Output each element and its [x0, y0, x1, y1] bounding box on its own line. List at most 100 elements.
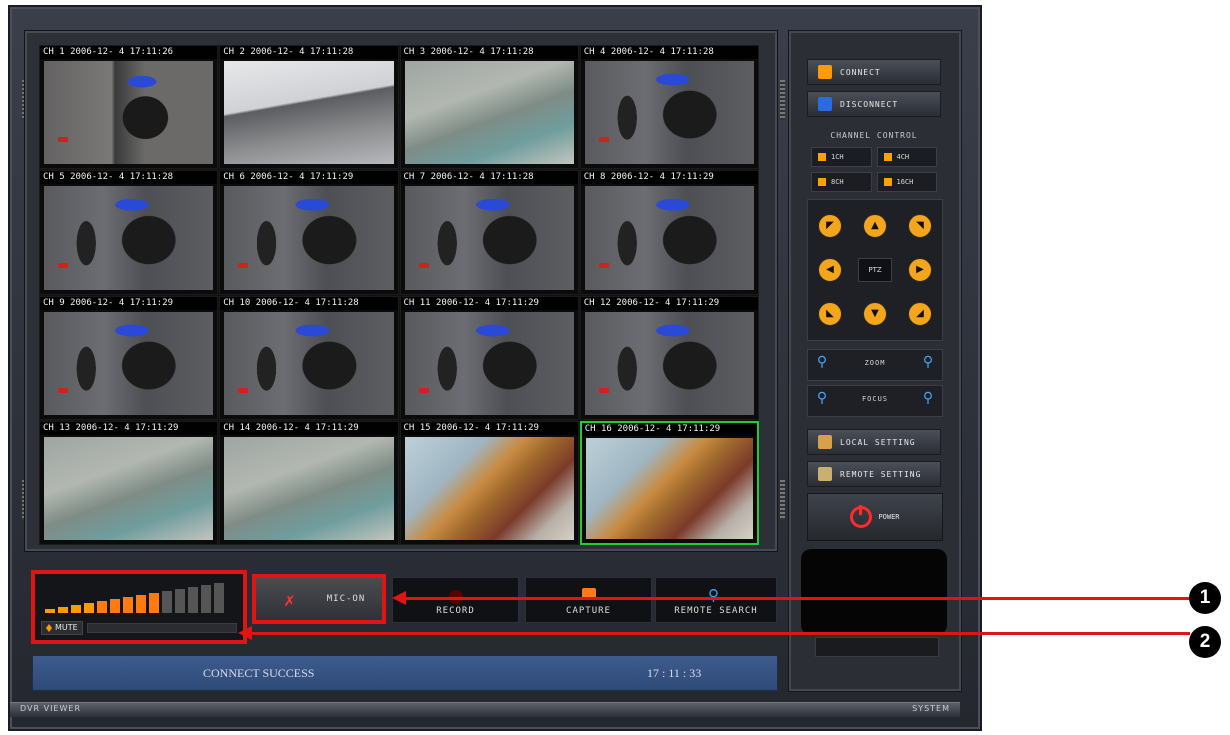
channel-caption: CH 9 2006-12- 4 17:11:29	[40, 296, 218, 310]
tools-icon	[818, 467, 832, 481]
arrow-left-icon[interactable]: ◀	[818, 258, 842, 282]
layout-16-icon	[883, 178, 892, 186]
channel-grid: CH 1 2006-12- 4 17:11:26 CH 2 2006-12- 4 …	[39, 45, 759, 545]
channel-tile[interactable]: CH 13 2006-12- 4 17:11:29	[39, 420, 219, 545]
status-time: 17 : 11 : 33	[647, 666, 702, 680]
record-indicator	[598, 137, 609, 143]
channel-caption: CH 13 2006-12- 4 17:11:29	[40, 421, 218, 435]
mid-rail-top	[780, 80, 785, 120]
channel-caption: CH 4 2006-12- 4 17:11:28	[580, 46, 758, 59]
camera-feed	[584, 186, 754, 290]
channel-tile[interactable]: CH 16 2006-12- 4 17:11:29	[579, 420, 759, 545]
layout-4ch-button[interactable]: 4CH	[876, 147, 937, 167]
disconnect-label: DISCONNECT	[840, 99, 899, 109]
channel-tile[interactable]: CH 9 2006-12- 4 17:11:29	[39, 295, 219, 420]
power-label: POWER	[878, 513, 900, 521]
camera-feed	[224, 186, 394, 290]
power-button[interactable]: POWER	[807, 493, 943, 541]
callout-box-2	[31, 570, 247, 644]
channel-caption: CH 14 2006-12- 4 17:11:29	[220, 421, 398, 435]
preview-screen	[801, 549, 947, 635]
layout-1ch-button[interactable]: 1CH	[811, 147, 872, 167]
footer-right: SYSTEM	[912, 704, 950, 713]
record-indicator	[58, 137, 68, 143]
zoom-control: ⚲ ZOOM ⚲	[807, 349, 943, 381]
channel-tile[interactable]: CH 11 2006-12- 4 17:11:29	[399, 295, 579, 420]
channel-caption: CH 7 2006-12- 4 17:11:28	[400, 171, 578, 185]
camera-feed	[585, 437, 753, 539]
callout-badge-1: 1	[1189, 582, 1221, 614]
channel-tile[interactable]: CH 8 2006-12- 4 17:11:29	[579, 170, 759, 295]
layout-8ch-button[interactable]: 8CH	[811, 172, 872, 192]
arrow-right-icon[interactable]: ▶	[908, 258, 932, 282]
channel-tile[interactable]: CH 12 2006-12- 4 17:11:29	[579, 295, 759, 420]
arrow-up-icon[interactable]: ▲	[863, 214, 887, 238]
channel-caption: CH 2 2006-12- 4 17:11:28	[220, 46, 398, 59]
channel-caption: CH 8 2006-12- 4 17:11:29	[580, 171, 758, 185]
channel-tile[interactable]: CH 15 2006-12- 4 17:11:29	[399, 420, 579, 545]
layout-16ch-button[interactable]: 16CH	[876, 172, 937, 192]
status-message: CONNECT SUCCESS	[203, 666, 315, 680]
zoom-out-icon[interactable]: ⚲	[812, 354, 832, 374]
footer-left: DVR VIEWER	[20, 704, 82, 713]
wrench-icon	[818, 435, 832, 449]
record-indicator	[58, 387, 68, 393]
remote-setting-button[interactable]: REMOTE SETTING	[807, 461, 941, 487]
channel-tile[interactable]: CH 14 2006-12- 4 17:11:29	[219, 420, 399, 545]
focus-label: FOCUS	[861, 395, 889, 403]
arrow-up-left-icon[interactable]: ◤	[818, 214, 842, 238]
channel-tile[interactable]: CH 2 2006-12- 4 17:11:28	[219, 45, 399, 170]
channel-tile[interactable]: CH 3 2006-12- 4 17:11:28	[399, 45, 579, 170]
channel-caption: CH 10 2006-12- 4 17:11:28	[220, 296, 398, 310]
arrow-up-right-icon[interactable]: ◥	[908, 214, 932, 238]
layout-label: 1CH	[831, 153, 844, 161]
channel-tile[interactable]: CH 5 2006-12- 4 17:11:28	[39, 170, 219, 295]
channel-caption: CH 15 2006-12- 4 17:11:29	[400, 421, 578, 435]
disconnect-button[interactable]: DISCONNECT	[807, 91, 941, 117]
camera-feed	[404, 436, 574, 540]
record-button[interactable]: RECORD	[392, 577, 519, 623]
channel-caption: CH 11 2006-12- 4 17:11:29	[400, 296, 578, 310]
record-indicator	[58, 262, 68, 268]
record-indicator	[418, 262, 429, 268]
zoom-in-icon[interactable]: ⚲	[918, 354, 938, 374]
callout-badge-2: 2	[1189, 626, 1221, 658]
channel-tile[interactable]: CH 7 2006-12- 4 17:11:28	[399, 170, 579, 295]
channel-caption: CH 3 2006-12- 4 17:11:28	[400, 46, 578, 59]
record-indicator	[598, 387, 609, 393]
record-indicator	[238, 387, 249, 393]
channel-control-title: CHANNEL CONTROL	[830, 131, 918, 140]
local-setting-button[interactable]: LOCAL SETTING	[807, 429, 941, 455]
layout-1-icon	[818, 153, 826, 161]
footer-bar: DVR VIEWER SYSTEM	[10, 702, 960, 717]
callout-arrowhead-2	[238, 626, 252, 640]
arrow-down-right-icon[interactable]: ◢	[908, 302, 932, 326]
arrow-down-left-icon[interactable]: ◣	[818, 302, 842, 326]
disconnect-icon	[818, 97, 832, 111]
preview-base	[815, 637, 939, 657]
channel-caption: CH 16 2006-12- 4 17:11:29	[581, 422, 757, 436]
record-indicator	[238, 262, 249, 268]
camera-feed	[44, 436, 214, 540]
channel-tile[interactable]: CH 1 2006-12- 4 17:11:26	[39, 45, 219, 170]
capture-button[interactable]: CAPTURE	[525, 577, 652, 623]
channel-tile[interactable]: CH 4 2006-12- 4 17:11:28	[579, 45, 759, 170]
connect-label: CONNECT	[840, 67, 881, 77]
camera-feed	[404, 186, 574, 290]
channel-caption: CH 1 2006-12- 4 17:11:26	[40, 46, 218, 59]
remote-search-label: REMOTE SEARCH	[674, 606, 758, 616]
callout-box-1	[252, 574, 386, 624]
arrow-down-icon[interactable]: ▼	[863, 302, 887, 326]
layout-label: 4CH	[896, 153, 910, 161]
channel-tile[interactable]: CH 6 2006-12- 4 17:11:29	[219, 170, 399, 295]
local-setting-label: LOCAL SETTING	[840, 437, 916, 447]
focus-near-icon[interactable]: ⚲	[812, 390, 832, 410]
channel-tile[interactable]: CH 10 2006-12- 4 17:11:28	[219, 295, 399, 420]
camera-feed	[584, 311, 754, 415]
focus-far-icon[interactable]: ⚲	[918, 390, 938, 410]
callout-line-2	[250, 632, 1190, 635]
ptz-label: PTZ	[858, 258, 892, 282]
remote-search-button[interactable]: ⚲ REMOTE SEARCH	[655, 577, 777, 623]
connect-button[interactable]: CONNECT	[807, 59, 941, 85]
callout-arrowhead-1	[392, 591, 406, 605]
